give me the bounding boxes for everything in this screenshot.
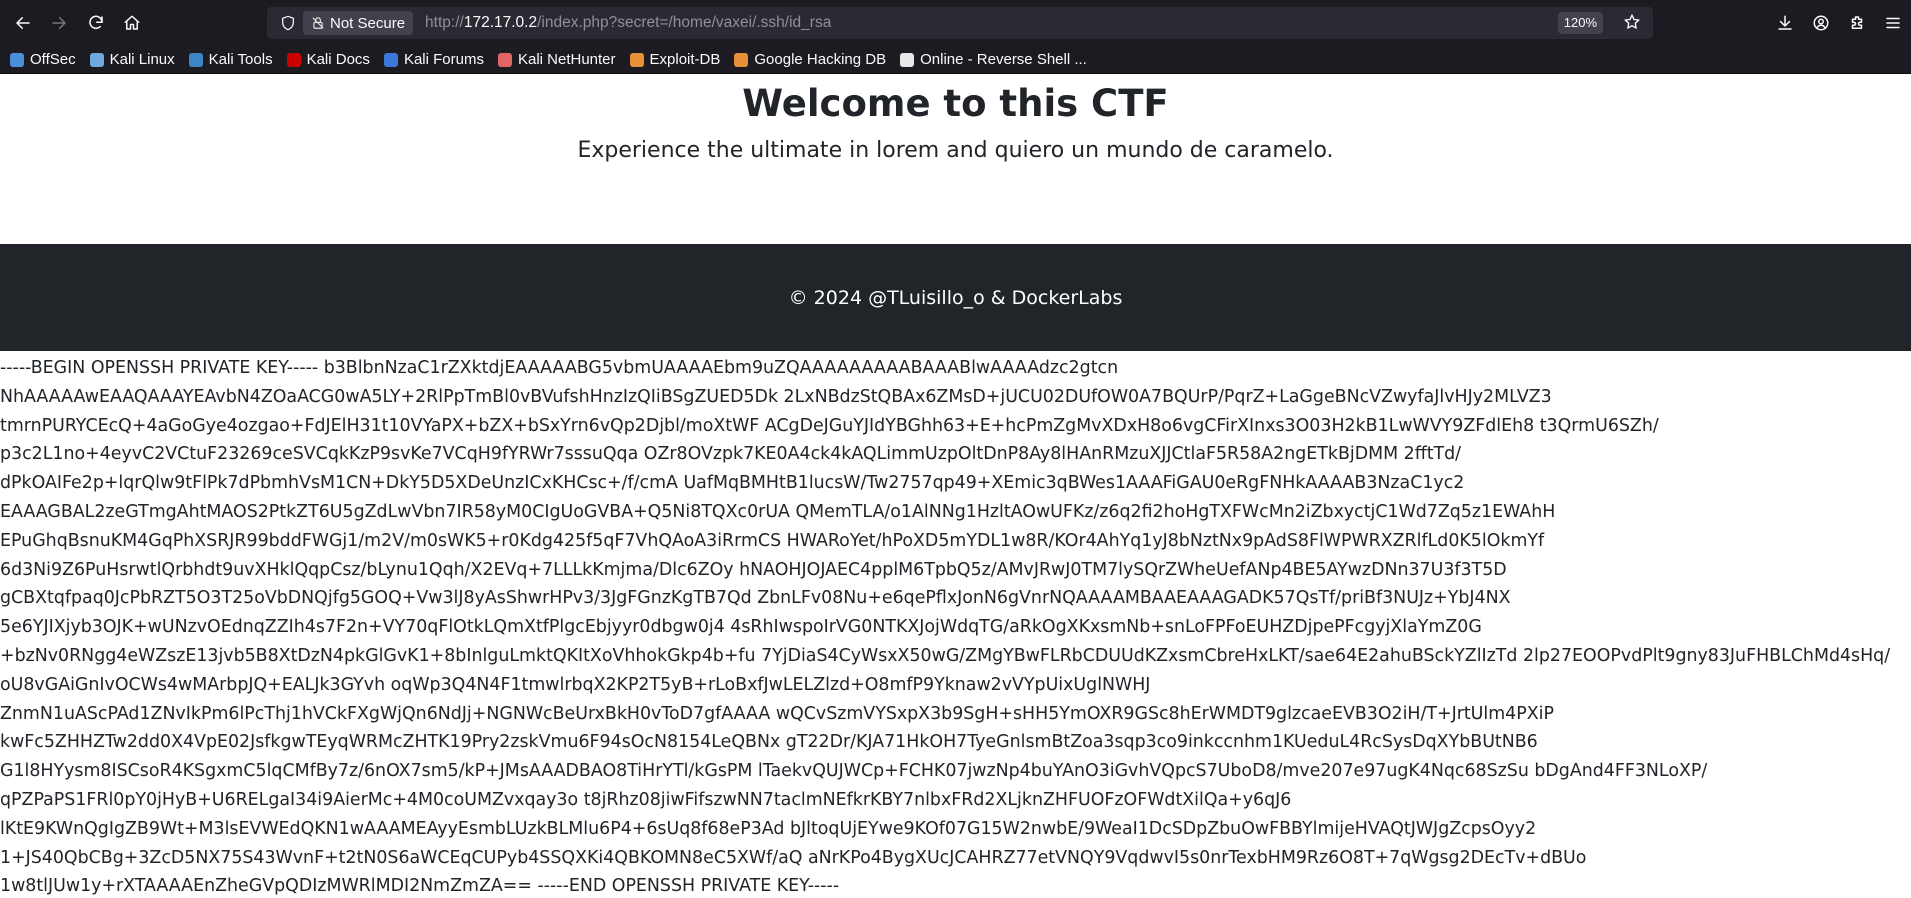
url-scheme: http://	[425, 14, 464, 31]
bookmark-label: Google Hacking DB	[754, 51, 887, 68]
account-icon	[1813, 15, 1829, 31]
key-line: dPkOAIFe2p+lqrQlw9tFlPk7dPbmhVsM1CN+DkY5…	[0, 473, 1465, 494]
broken-lock-icon	[312, 17, 324, 29]
bookmark-favicon-icon	[734, 52, 749, 67]
private-key-output: -----BEGIN OPENSSH PRIVATE KEY----- b3Bl…	[0, 354, 1911, 898]
puzzle-icon	[1851, 16, 1863, 29]
key-line: G1l8HYysm8ISCsoR4KSgxmC5lqCMfBy7z/6nOX7s…	[0, 761, 1708, 782]
url-bar[interactable]: Not Secure http://172.17.0.2/index.php?s…	[267, 7, 1653, 39]
bookmark-favicon-icon	[10, 52, 24, 67]
bookmark-label: Kali Forums	[403, 51, 484, 68]
bookmark-favicon-icon	[629, 52, 644, 67]
url-host: 172.17.0.2	[463, 14, 538, 31]
key-line: tmrnPURYCEcQ+4aGoGye4ozgao+FdJElH31t10VY…	[0, 415, 1659, 436]
bookmark-item[interactable]: Kali NetHunter	[497, 51, 616, 68]
security-indicator[interactable]: Not Secure	[303, 11, 414, 35]
key-line: p3c2L1no+4eyvC2VCtuF23269ceSVCqkKzP9svKe…	[0, 444, 1462, 465]
account-button[interactable]	[1803, 6, 1839, 40]
reload-icon	[89, 15, 103, 30]
bookmark-item[interactable]: OffSec	[10, 51, 76, 68]
bookmark-favicon-icon	[188, 52, 203, 67]
web-page: Welcome to this CTF Experience the ultim…	[0, 74, 1911, 898]
key-line: gCBXtqfpaq0JcPbRZT5O3T25oVbDNQjfg5GOQ+Vw…	[0, 588, 1511, 609]
bookmarks-toolbar: OffSec Kali Linux Kali Tools Kali Docs Kali …	[0, 46, 1911, 74]
zoom-level-button[interactable]: 120%	[1557, 12, 1603, 34]
bookmark-item[interactable]: Kali Docs	[286, 51, 370, 68]
browser-toolbar: Not Secure http://172.17.0.2/index.php?s…	[0, 0, 1911, 46]
home-icon	[124, 15, 140, 30]
hamburger-menu-icon	[1886, 17, 1900, 29]
bookmark-item[interactable]: Kali Tools	[188, 51, 273, 68]
shield-icon	[282, 15, 294, 31]
bookmark-item[interactable]: Kali Forums	[383, 51, 484, 68]
forward-button[interactable]	[42, 6, 76, 40]
bookmark-star-button[interactable]	[1623, 13, 1643, 33]
key-line: -----BEGIN OPENSSH PRIVATE KEY----- b3Bl…	[0, 358, 1119, 378]
reload-button[interactable]	[79, 6, 113, 40]
bookmark-item[interactable]: Kali Linux	[89, 51, 175, 68]
key-line: 1w8tlJUw1y+rXTAAAAEnZheGVpQDIzMWRlMDI2Nm…	[0, 876, 840, 897]
tracking-protection-button[interactable]	[273, 15, 303, 31]
bookmark-item[interactable]: Google Hacking DB	[734, 51, 886, 68]
key-line: +bzNv0RNgg4eWZszE13jvb5B8XtDzN4pkGlGvK1+…	[0, 645, 1891, 666]
key-line: lKtE9KWnQgIgZB9Wt+M3lsEVWEdQKN1wAAAMEAyy…	[0, 818, 1537, 839]
home-button[interactable]	[115, 6, 149, 40]
key-line: ZnmN1uAScPAd1ZNvIkPm6lPcThj1hVCkFXgWjQn6…	[0, 703, 1554, 724]
key-line: EPuGhqBsnuKM4GqPhXSRJR99bddFWGj1/m2V/m0s…	[0, 530, 1545, 551]
bookmark-favicon-icon	[497, 52, 512, 67]
page-title: Welcome to this CTF	[742, 82, 1169, 125]
url-text[interactable]: http://172.17.0.2/index.php?secret=/home…	[425, 14, 831, 32]
bookmark-label: Kali Docs	[306, 51, 370, 68]
footer-copyright: © 2024 @TLuisillo_o & DockerLabs	[788, 286, 1123, 309]
star-icon	[1623, 13, 1641, 30]
back-arrow-icon	[16, 17, 30, 29]
page-subtitle: Experience the ultimate in lorem and qui…	[577, 138, 1334, 163]
key-line: 1+JS40QbCBg+3ZcD5NX75S43WvnF+t2tN0S6aWCE…	[0, 847, 1587, 868]
key-line: kwFc5ZHHZTw2dd0X4VpE02JsfkgwTEyqWRMcZHTK…	[0, 732, 1538, 753]
key-line: 5e6YJIXjyb3OJK+wUNzvOEdnqZZIh4s7F2n+VY70…	[0, 617, 1482, 638]
bookmark-label: Online - Reverse Shell ...	[920, 51, 1087, 68]
forward-arrow-icon	[52, 17, 66, 29]
bookmark-favicon-icon	[900, 52, 915, 67]
back-button[interactable]	[6, 6, 40, 40]
bookmark-label: Kali Tools	[208, 51, 273, 68]
key-line: EAAAGBAL2zeGTmgAhtMAOS2PtkZT6U5gZdLwVbn7…	[0, 501, 1556, 522]
bookmark-label: Exploit-DB	[649, 51, 721, 68]
key-line: qPZPaPS1FRl0pY0jHyB+U6RELgaI34i9AierMc+4…	[0, 789, 1292, 810]
key-line: NhAAAAAwEAAQAAAYEAvbN4ZOaACG0wA5LY+2RlPp…	[0, 386, 1552, 407]
toolbar-right-icons	[1767, 0, 1911, 46]
bookmark-item[interactable]: Online - Reverse Shell ...	[900, 51, 1087, 68]
url-path: /index.php?secret=/home/vaxei/.ssh/id_rs…	[537, 14, 832, 31]
app-menu-button[interactable]	[1875, 6, 1911, 40]
bookmark-label: Kali Linux	[109, 51, 175, 68]
security-label: Not Secure	[330, 14, 406, 32]
page-footer: © 2024 @TLuisillo_o & DockerLabs	[0, 244, 1911, 351]
download-icon	[1778, 15, 1792, 30]
key-line: 6d3Ni9Z6PuHsrwtlQrbhdt9uvXHklQqpCsz/bLyn…	[0, 559, 1507, 580]
bookmark-item[interactable]: Exploit-DB	[629, 51, 721, 68]
downloads-button[interactable]	[1767, 6, 1803, 40]
bookmark-favicon-icon	[89, 52, 104, 67]
key-line: oU8vGAiGnIvOCWs4wMArbpJQ+EALJk3GYvh oqWp…	[0, 674, 1151, 695]
bookmark-label: Kali NetHunter	[517, 51, 616, 68]
bookmark-favicon-icon	[383, 52, 398, 67]
bookmark-favicon-icon	[286, 52, 301, 67]
bookmark-label: OffSec	[30, 51, 76, 68]
extensions-button[interactable]	[1839, 6, 1875, 40]
